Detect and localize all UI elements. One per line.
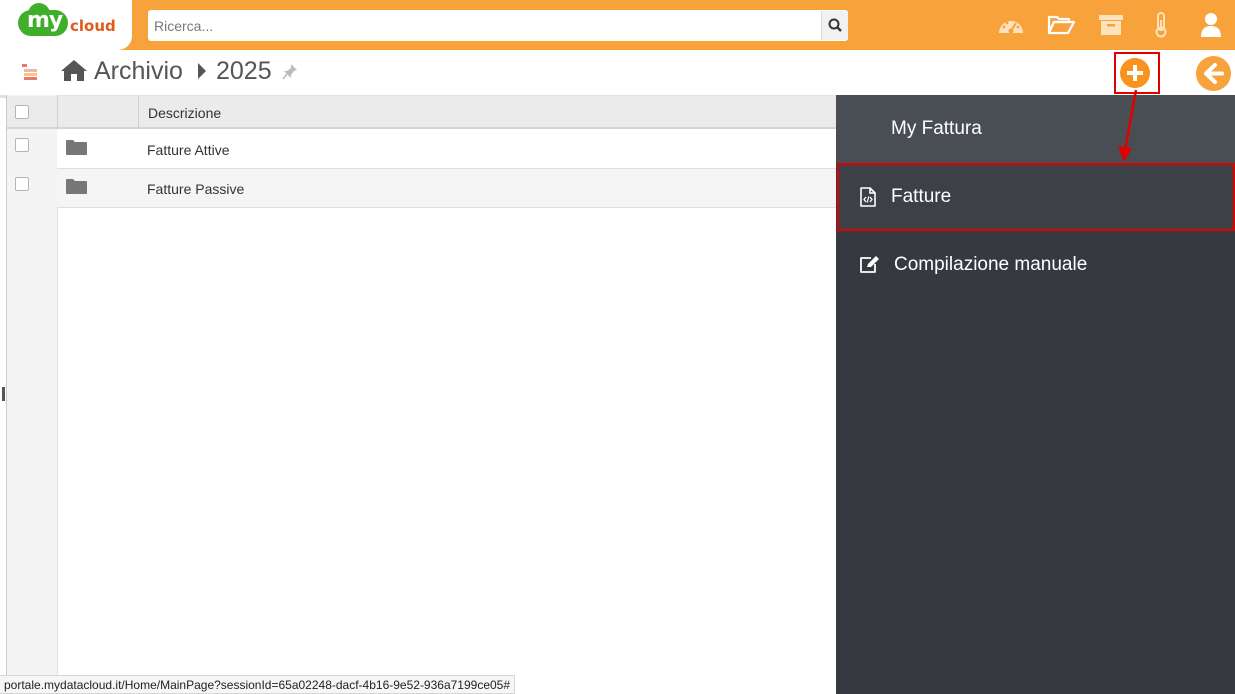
pin-icon[interactable] [282, 63, 298, 86]
search-input[interactable] [148, 10, 820, 41]
row-label-fatture-attive[interactable]: Fatture Attive [147, 142, 229, 158]
panel-title: My Fattura [891, 118, 982, 139]
arrow-left-icon [1204, 63, 1224, 84]
breadcrumb-current: 2025 [216, 57, 272, 85]
status-bar-url: portale.mydatacloud.it/Home/MainPage?ses… [0, 675, 516, 694]
logo-text-my: my [27, 8, 63, 33]
home-icon[interactable] [60, 58, 88, 87]
logo[interactable]: my cloud [0, 0, 132, 50]
grid-left-border [6, 95, 7, 694]
select-all-checkbox[interactable] [15, 105, 29, 119]
folder-icon [66, 140, 87, 155]
highlight-add-button [1114, 52, 1160, 94]
caret-right-icon [197, 62, 207, 85]
row-checkbox[interactable] [15, 177, 29, 191]
dashboard-icon[interactable] [996, 11, 1026, 39]
archive-icon[interactable] [1096, 11, 1126, 39]
folder-icon [66, 179, 87, 194]
tree-toggle-icon[interactable] [21, 63, 39, 86]
search-button[interactable] [821, 11, 848, 40]
highlight-fatture [837, 163, 1235, 231]
user-icon[interactable] [1196, 11, 1226, 39]
breadcrumb-bar [0, 50, 1235, 98]
menu-item-label: Compilazione manuale [894, 254, 1088, 275]
thermometer-icon[interactable] [1146, 11, 1176, 39]
logo-text-cloud: cloud [70, 17, 116, 35]
back-button[interactable] [1196, 56, 1231, 91]
menu-item-compilazione-manuale[interactable]: Compilazione manuale [838, 233, 1234, 297]
column-separator [57, 96, 58, 129]
row-label-fatture-passive[interactable]: Fatture Passive [147, 181, 244, 197]
breadcrumb-archivio[interactable]: Archivio [94, 57, 183, 86]
column-separator [138, 96, 139, 129]
row-checkbox[interactable] [15, 138, 29, 152]
resize-handle[interactable] [2, 387, 5, 401]
search-box [148, 10, 848, 41]
table-header [7, 96, 836, 129]
search-icon [828, 18, 842, 32]
folder-open-icon[interactable] [1046, 11, 1076, 39]
edit-icon [859, 255, 880, 279]
column-header-descrizione[interactable]: Descrizione [148, 105, 221, 121]
